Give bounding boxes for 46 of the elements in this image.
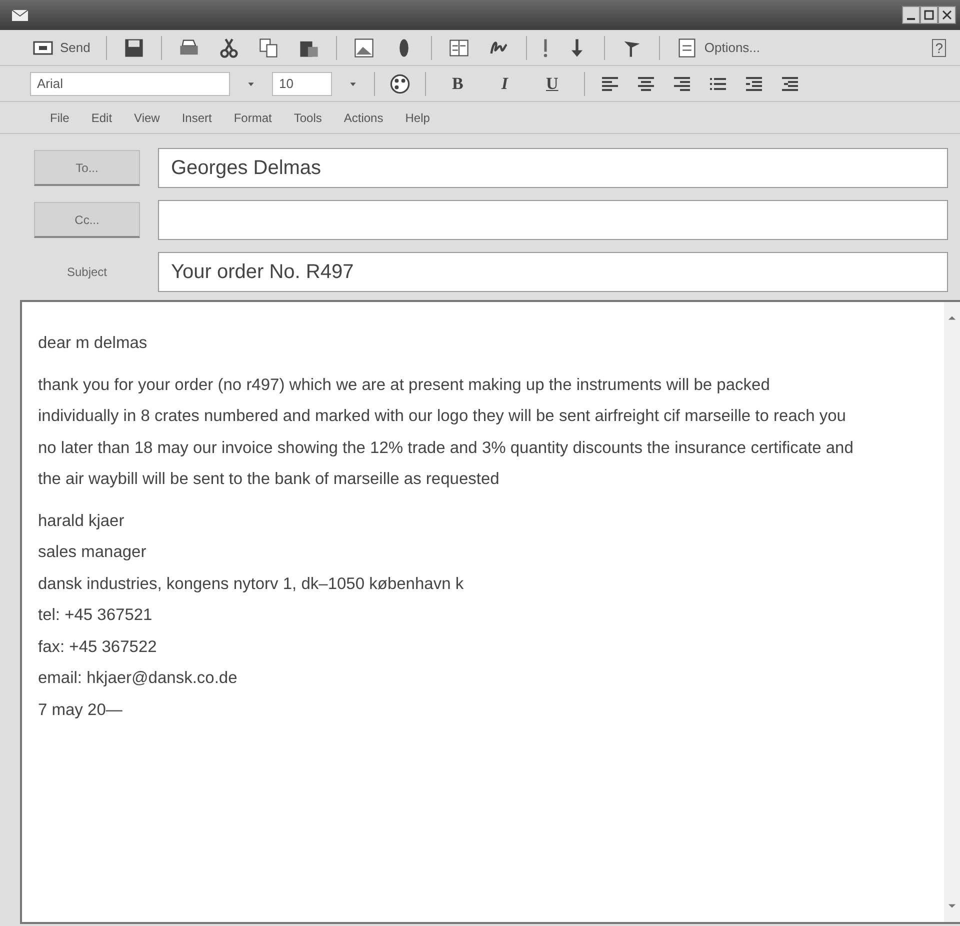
signature-line: harald kjaer [38,510,126,532]
options-button[interactable]: Options... [674,36,762,58]
greeting-text: dear m delmas [38,333,148,354]
recipient-field[interactable] [158,200,948,240]
send-button[interactable]: Send [30,38,92,58]
menu-item[interactable]: View [134,108,160,126]
picture-icon [353,36,376,58]
minimize-button[interactable] [902,6,920,24]
menu-item[interactable]: Help [405,108,430,126]
font-dropdown[interactable]: Arial [30,72,230,96]
scrollbar[interactable] [944,302,960,922]
copy-icon [258,36,280,58]
menu-item[interactable]: Edit [91,108,112,126]
address-button[interactable]: To... [34,150,140,186]
minimize-icon [907,18,915,20]
paragraph-text: thank you for your order (no r497) which we are at present making up the instruments will be packed individually in 8 crates numbered and marked with our logo they will be sent airfreight cif marseille to reach you no later than 18 may our invoice showing the 12% trade and 3% quantity discounts the insurance certificate and the air waybill will be sent to the bank of marseille as requested [38,374,854,490]
menu-item[interactable]: Actions [344,108,384,126]
signature-line: fax: +45 367522 [38,636,158,658]
field-label: Subject [66,264,108,281]
exclamation-icon [543,38,548,58]
signature-line: sales manager [38,542,148,563]
subject-field[interactable]: Your order No. R497 [158,252,948,292]
document-icon [676,36,698,58]
recipient-field[interactable]: Georges Delmas [158,148,948,188]
maximize-button[interactable] [920,6,938,24]
size-dropdown[interactable]: 10 [272,72,332,96]
underline-button[interactable]: U [544,70,560,96]
menu-item[interactable]: Tools [294,108,322,126]
maximize-icon [924,10,934,20]
close-button[interactable] [938,6,956,24]
help-button[interactable]: ? [932,38,946,56]
menu-item[interactable]: Insert [182,108,212,126]
signature-line: dansk industries, kongens nytorv 1, dk–1050 københavn k [38,574,465,594]
signature-line: tel: +45 367521 [38,605,154,626]
address-button[interactable]: Cc... [34,202,140,238]
signature-line: 7 may 20— [38,700,124,720]
menu-item[interactable]: Format [234,108,272,126]
save-icon [123,36,146,58]
bold-button[interactable]: B [450,70,466,96]
palette-icon[interactable] [389,72,411,94]
signature-line: email: hkjaer@dansk.co.de [38,668,238,689]
italic-button[interactable]: I [499,70,510,96]
close-icon [942,10,952,20]
cut-icon [218,36,240,58]
menu-item[interactable]: File [50,108,70,126]
message-body[interactable] [20,300,960,924]
